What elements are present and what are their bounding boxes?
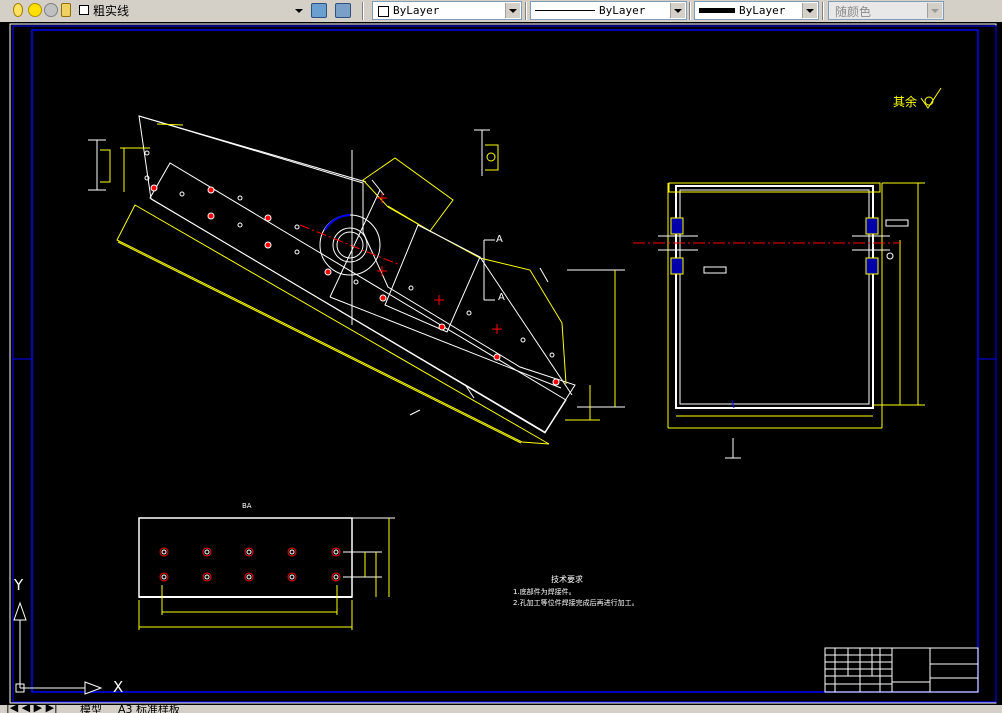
tab-layout[interactable]: A3 标准样板 [118, 705, 180, 713]
tab-model[interactable]: 模型 [80, 705, 102, 713]
layer-on-bulb-icon[interactable] [13, 3, 23, 17]
plotstyle-value: 随颜色 [835, 5, 872, 19]
linetype-control-dropdown[interactable]: ByLayer [530, 1, 687, 20]
roughness-label: 其余 [893, 94, 917, 109]
lineweight-control-dropdown[interactable]: ByLayer [694, 1, 819, 20]
section-label-a-bottom: A [498, 292, 505, 303]
color-value: ByLayer [393, 4, 440, 17]
lineweight-value: ByLayer [739, 4, 786, 17]
chevron-down-icon [505, 3, 520, 18]
layer-lock-icon[interactable] [61, 3, 71, 17]
section-label-a-top: A [496, 234, 503, 245]
chevron-down-icon [670, 3, 685, 18]
toolbar-separator [689, 2, 691, 20]
toolbar-separator [525, 2, 527, 20]
properties-toolbar: 粗实线 ByLayer ByLayer ByLayer 随颜色 [0, 0, 1002, 23]
make-object-layer-current-icon[interactable] [311, 3, 327, 18]
chevron-down-icon [927, 3, 942, 18]
chevron-down-icon [295, 9, 303, 13]
chevron-down-icon [802, 3, 817, 18]
lineweight-sample [699, 8, 735, 13]
tech-req-item-2: 2.孔加工等位件焊接完成后再进行加工。 [513, 598, 639, 607]
drawing-canvas[interactable]: 其余 A A BA 技术要求 1.底部件为焊接件。 2.孔加工等位件焊接完成后再… [0, 22, 1002, 705]
layer-name: 粗实线 [93, 4, 130, 18]
layer-dropdown-arrow[interactable] [292, 4, 306, 18]
linetype-sample [535, 10, 595, 11]
ucs-x-label: X [113, 678, 123, 696]
plotstyle-control-dropdown[interactable]: 随颜色 [828, 1, 944, 20]
linetype-value: ByLayer [599, 4, 646, 17]
layer-viewport-freeze-icon[interactable] [44, 3, 58, 17]
tech-req-item-1: 1.底部件为焊接件。 [513, 587, 576, 596]
toolbar-separator [822, 2, 824, 20]
layout-tabs-bar: |◀ ◀ ▶ ▶| 模型 A3 标准样板 [0, 705, 1002, 713]
detail-label: BA [242, 502, 252, 510]
ucs-y-label: Y [13, 576, 24, 594]
layer-previous-icon[interactable] [335, 3, 351, 18]
tech-req-title: 技术要求 [551, 574, 583, 584]
toolbar-separator [362, 2, 364, 20]
color-swatch [378, 6, 389, 17]
layer-color-swatch [79, 5, 89, 15]
tab-nav-arrows[interactable]: |◀ ◀ ▶ ▶| [6, 705, 58, 713]
color-control-dropdown[interactable]: ByLayer [372, 1, 522, 20]
layer-freeze-sun-icon[interactable] [28, 3, 42, 17]
